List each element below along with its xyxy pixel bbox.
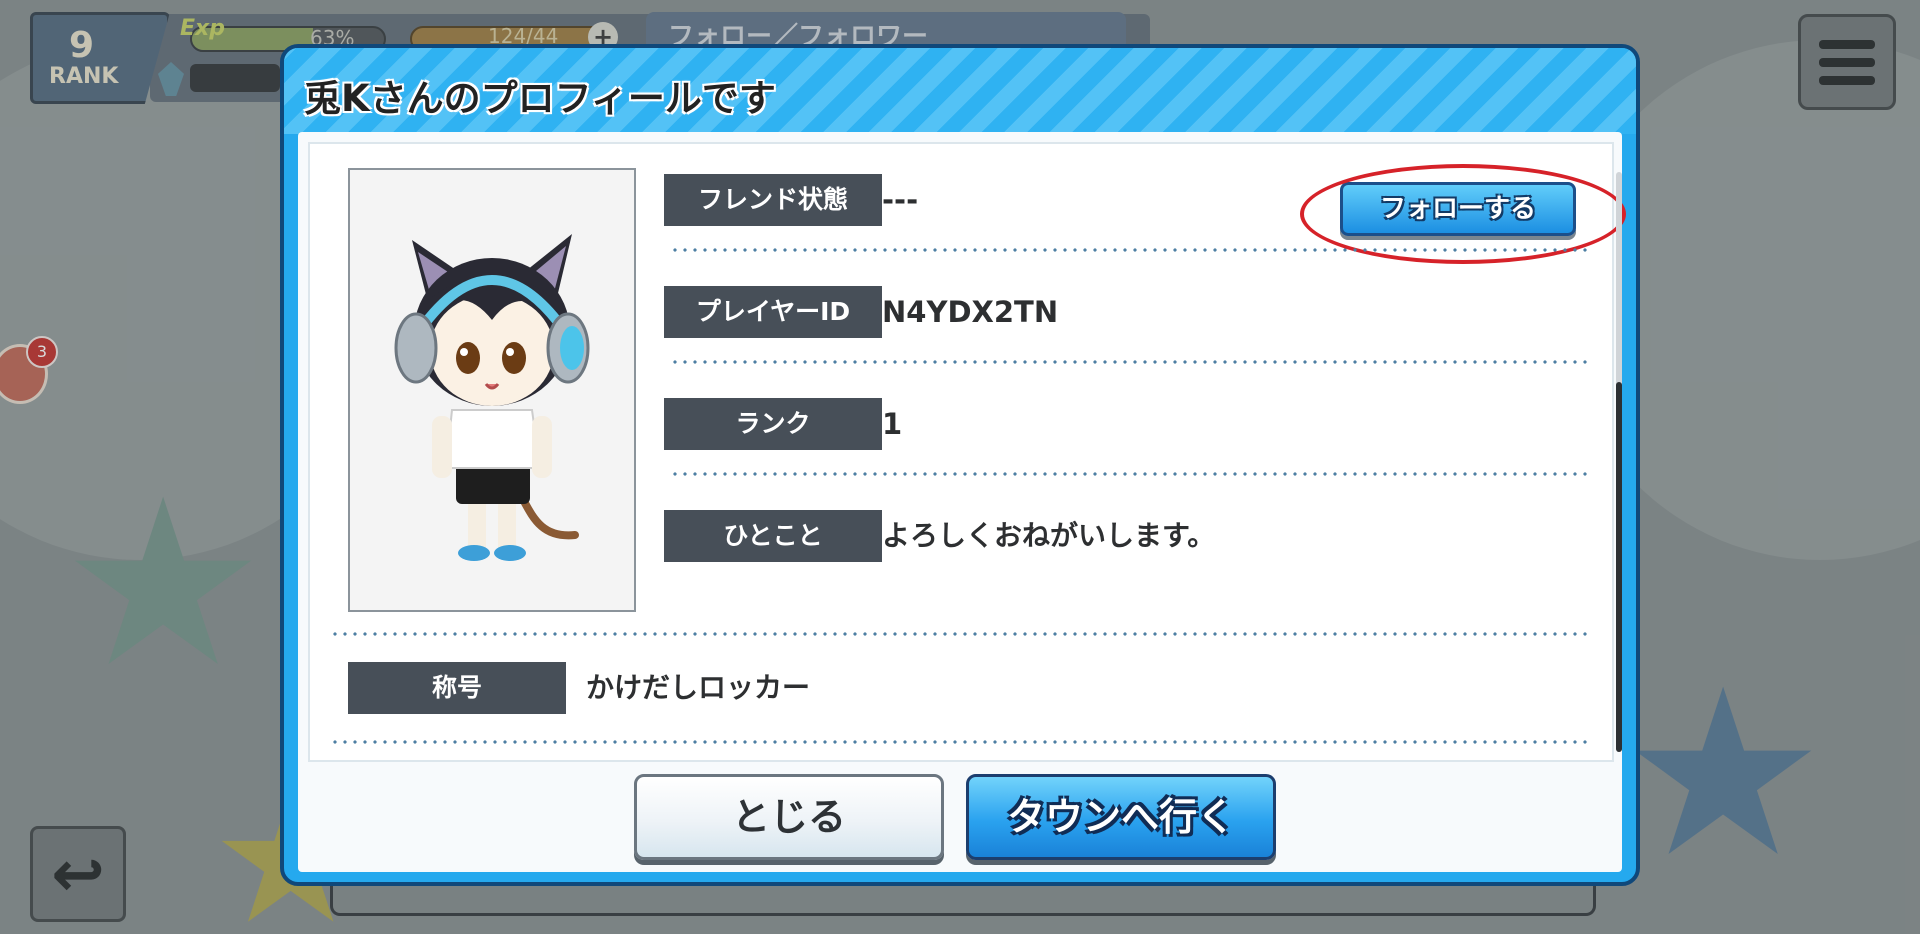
player-id-value: N4YDX2TN [882,295,1059,329]
dialog-title: 兎Kさんのプロフィールです [304,77,776,120]
dialog-body: フレンド状態 --- フォローする プレイヤーID N4YDX2TN ランク 1… [298,132,1626,872]
chibi-cat-character-icon [394,234,590,561]
comment-label: ひとこと [664,510,882,562]
title-value: かけだしロッカー [586,671,811,704]
follow-button[interactable]: フォローする [1340,182,1576,236]
rank-label: ランク [664,398,882,450]
player-id-label: プレイヤーID [664,286,882,338]
profile-dialog: 兎Kさんのプロフィールです フレンド状態 --- フォローする プレイヤーID … [280,44,1640,886]
divider [670,360,1592,364]
close-button[interactable]: とじる [634,774,944,860]
rank-value: 1 [882,407,903,441]
title-label: 称号 [348,662,566,714]
friend-status-label: フレンド状態 [664,174,882,226]
scrollbar-thumb[interactable] [1616,382,1622,752]
comment-value: よろしくおねがいします。 [882,519,1216,552]
divider [670,248,1592,252]
divider [670,472,1592,476]
scrollbar[interactable] [1616,172,1622,752]
character-portrait [348,168,636,612]
go-to-town-button[interactable]: タウンへ行く [966,774,1276,860]
profile-content: フレンド状態 --- フォローする プレイヤーID N4YDX2TN ランク 1… [308,142,1626,762]
divider [330,632,1592,636]
divider [330,740,1592,744]
friend-status-value: --- [882,183,919,217]
